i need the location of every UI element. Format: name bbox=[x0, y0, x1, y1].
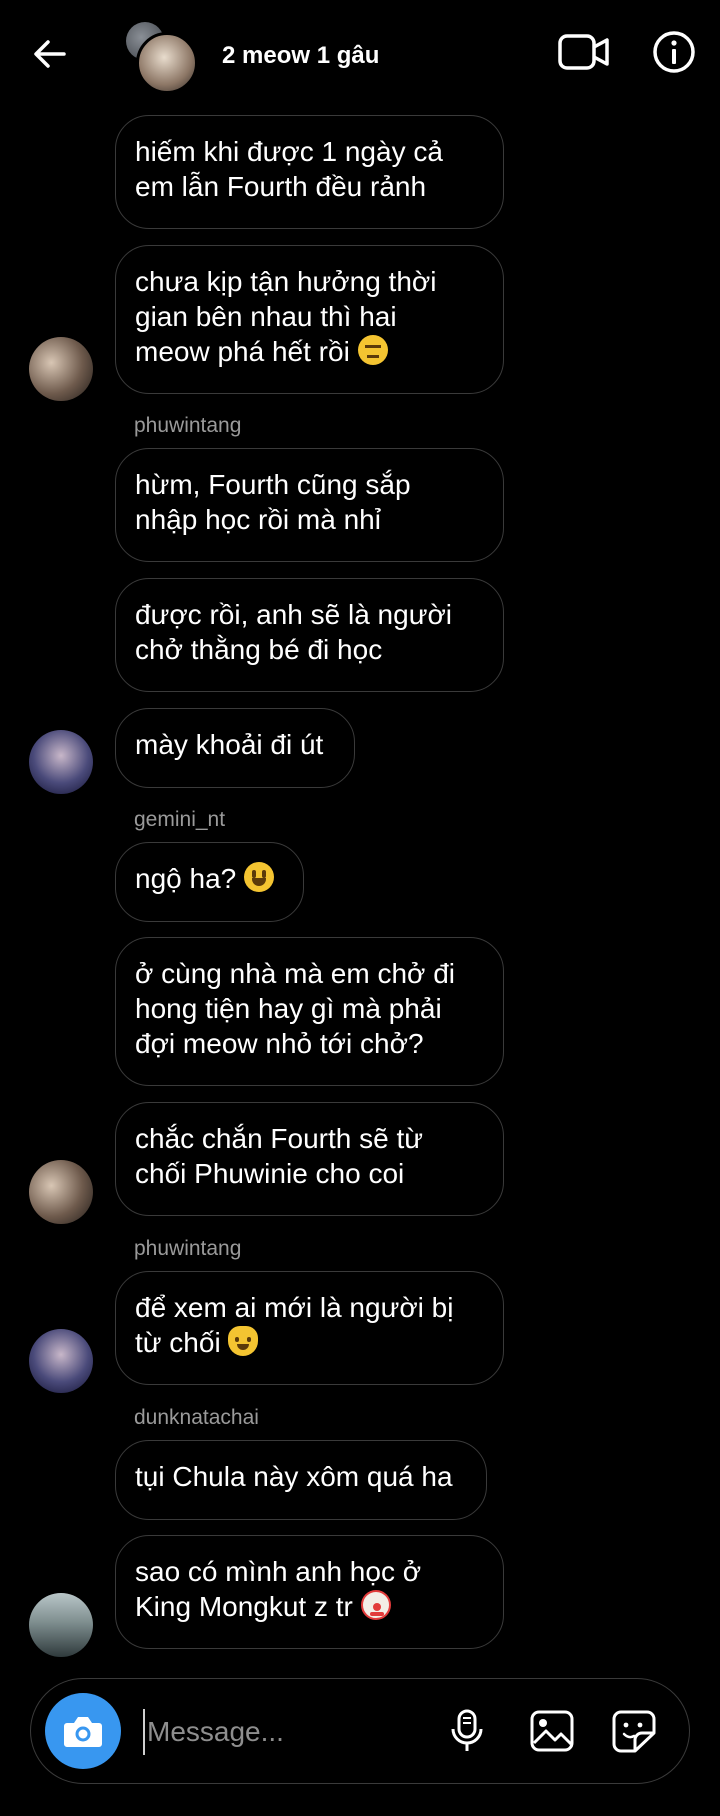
message-line: hiếm khi được 1 ngày cả bbox=[135, 136, 443, 167]
message-line: chưa kịp tận hưởng thời bbox=[135, 266, 437, 297]
image-icon[interactable] bbox=[529, 1709, 575, 1753]
message-bubble[interactable]: để xem ai mới là người bị từ chối bbox=[115, 1271, 504, 1385]
message-line: ở cùng nhà mà em chở đi bbox=[135, 958, 455, 989]
sender-username: phuwintang bbox=[134, 414, 242, 437]
chat-header: 2 meow 1 gâu bbox=[0, 0, 720, 110]
message-line: chở thằng bé đi học bbox=[135, 634, 383, 665]
message-line: đợi meow nhỏ tới chở? bbox=[135, 1028, 424, 1059]
clown-face-emoji-icon bbox=[360, 1590, 391, 1620]
chat-title[interactable]: 2 meow 1 gâu bbox=[222, 42, 379, 70]
message-line: em lẫn Fourth đều rảnh bbox=[135, 171, 427, 202]
message-line: nhập học rồi mà nhỉ bbox=[135, 504, 381, 535]
arrow-left-icon[interactable] bbox=[30, 34, 70, 74]
message-bubble[interactable]: được rồi, anh sẽ là người chở thằng bé đ… bbox=[115, 578, 504, 692]
sender-avatar[interactable] bbox=[29, 1593, 93, 1657]
message-line: chối Phuwinie cho coi bbox=[135, 1158, 405, 1189]
sender-avatar[interactable] bbox=[29, 337, 93, 401]
message-line: ngộ ha? bbox=[135, 863, 237, 894]
sender-avatar[interactable] bbox=[29, 1160, 93, 1224]
message-bubble[interactable]: tụi Chula này xôm quá ha bbox=[115, 1440, 487, 1520]
sticker-icon[interactable] bbox=[611, 1709, 657, 1753]
message-line: để xem ai mới là người bị bbox=[135, 1292, 454, 1323]
message-line: mày khoải đi út bbox=[135, 729, 324, 760]
sender-avatar[interactable] bbox=[29, 730, 93, 794]
message-input[interactable] bbox=[143, 1709, 449, 1755]
message-bubble[interactable]: chưa kịp tận hưởng thời gian bên nhau th… bbox=[115, 245, 504, 394]
message-bubble[interactable]: ngộ ha? bbox=[115, 842, 304, 922]
info-icon[interactable] bbox=[652, 30, 696, 74]
message-bubble[interactable]: chắc chắn Fourth sẽ từ chối Phuwinie cho… bbox=[115, 1102, 504, 1216]
message-bubble[interactable]: mày khoải đi út bbox=[115, 708, 355, 788]
message-line: hừm, Fourth cũng sắp bbox=[135, 469, 411, 500]
microphone-icon[interactable] bbox=[447, 1709, 487, 1753]
group-avatar[interactable] bbox=[124, 22, 198, 94]
message-line: King Mongkut z tr bbox=[135, 1591, 353, 1622]
neutral-face-emoji-icon bbox=[357, 335, 388, 365]
smiley-emoji-icon bbox=[244, 862, 274, 892]
message-line: sao có mình anh học ở bbox=[135, 1556, 422, 1587]
message-bubble[interactable]: hiếm khi được 1 ngày cả em lẫn Fourth đề… bbox=[115, 115, 504, 229]
message-bubble[interactable]: ở cùng nhà mà em chở đi hong tiện hay gì… bbox=[115, 937, 504, 1086]
camera-icon bbox=[64, 1717, 102, 1747]
group-avatar-front bbox=[136, 32, 198, 94]
message-line: từ chối bbox=[135, 1327, 221, 1358]
sender-username: gemini_nt bbox=[134, 808, 226, 831]
message-bubble[interactable]: sao có mình anh học ở King Mongkut z tr bbox=[115, 1535, 504, 1649]
camera-button[interactable] bbox=[45, 1693, 121, 1769]
message-line: hong tiện hay gì mà phải bbox=[135, 993, 442, 1024]
message-line: tụi Chula này xôm quá ha bbox=[135, 1461, 453, 1492]
cat-face-emoji-icon bbox=[228, 1326, 259, 1356]
video-camera-icon[interactable] bbox=[558, 32, 610, 72]
sender-username: phuwintang bbox=[134, 1237, 242, 1260]
message-line: được rồi, anh sẽ là người bbox=[135, 599, 453, 630]
message-bubble[interactable]: hừm, Fourth cũng sắp nhập học rồi mà nhỉ bbox=[115, 448, 504, 562]
message-line: chắc chắn Fourth sẽ từ bbox=[135, 1123, 423, 1154]
message-composer bbox=[30, 1678, 690, 1784]
sender-username: dunknatachai bbox=[134, 1406, 259, 1429]
sender-avatar[interactable] bbox=[29, 1329, 93, 1393]
message-line: gian bên nhau thì hai bbox=[135, 301, 397, 332]
message-line: meow phá hết rồi bbox=[135, 336, 350, 367]
